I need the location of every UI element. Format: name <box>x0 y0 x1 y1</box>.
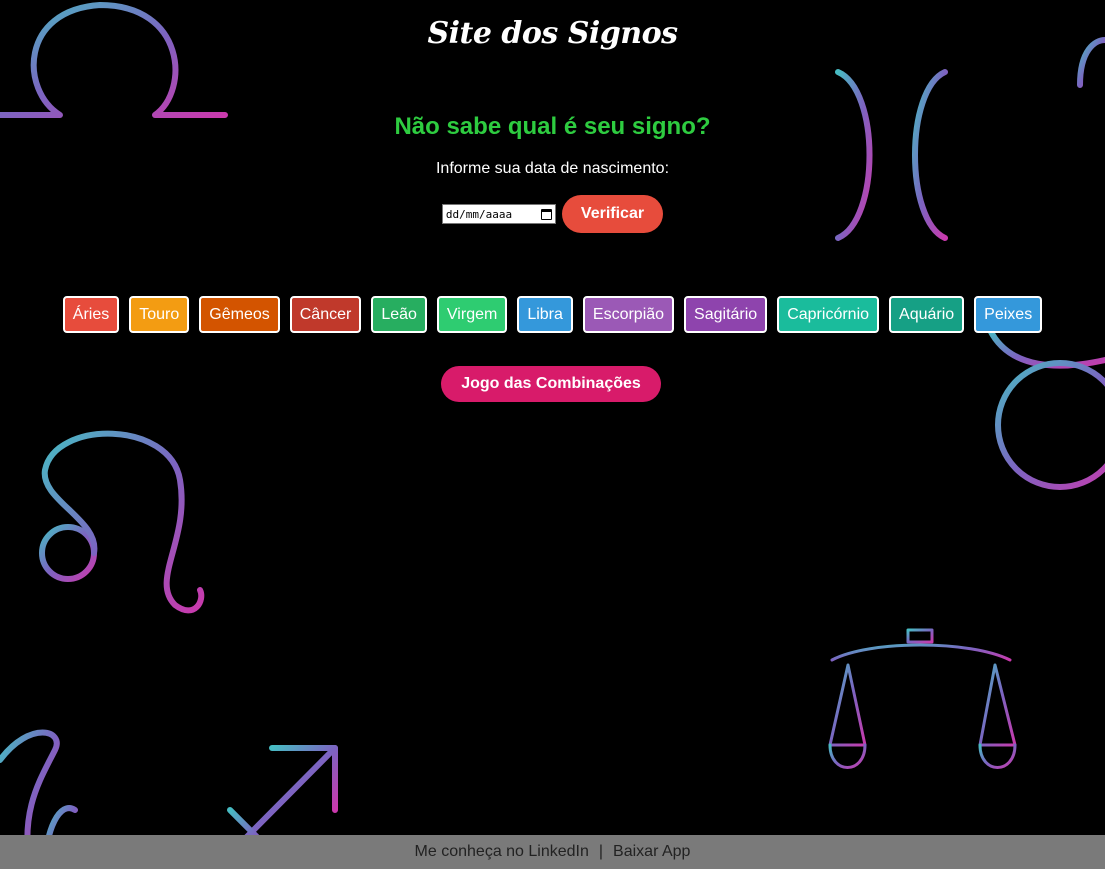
sign-button-2[interactable]: Gêmeos <box>199 296 280 333</box>
birthdate-input[interactable]: dd/mm/aaaa <box>441 204 556 224</box>
site-title: Site dos Signos <box>427 16 678 51</box>
linkedin-link[interactable]: Me conheça no LinkedIn <box>415 843 589 861</box>
leo-symbol-icon <box>39 430 205 614</box>
birthdate-placeholder: dd/mm/aaaa <box>445 207 513 221</box>
sign-button-10[interactable]: Aquário <box>889 296 965 333</box>
sign-button-8[interactable]: Sagitário <box>684 296 768 333</box>
download-app-link[interactable]: Baixar App <box>613 843 690 861</box>
sign-button-9[interactable]: Capricórnio <box>777 296 880 333</box>
page: Site dos Signos Não sabe qual é seu sign… <box>0 0 1105 869</box>
sign-button-0[interactable]: Áries <box>62 296 120 333</box>
sign-button-6[interactable]: Libra <box>517 296 573 333</box>
birthdate-instruction: Informe sua data de nascimento: <box>435 160 670 177</box>
sign-button-1[interactable]: Touro <box>129 296 190 333</box>
birthdate-form: dd/mm/aaaa Verificar <box>0 195 1105 233</box>
footer-separator: | <box>598 843 604 860</box>
calendar-icon[interactable] <box>540 208 552 220</box>
scales-icon <box>828 618 1017 797</box>
taurus-symbol-icon <box>987 37 1105 490</box>
sign-button-11[interactable]: Peixes <box>974 296 1043 333</box>
footer: Me conheça no LinkedIn | Baixar App <box>0 835 1105 869</box>
combinations-game-button[interactable]: Jogo das Combinações <box>441 366 661 402</box>
sign-button-5[interactable]: Virgem <box>436 296 508 333</box>
sign-button-3[interactable]: Câncer <box>289 296 362 333</box>
sign-button-7[interactable]: Escorpião <box>582 296 675 333</box>
sign-question-heading: Não sabe qual é seu signo? <box>394 113 711 140</box>
verify-button[interactable]: Verificar <box>561 195 664 233</box>
sign-button-4[interactable]: Leão <box>371 296 427 333</box>
sign-buttons-row: Áries Touro Gêmeos Câncer Leão Virgem Libra Esc… <box>0 296 1105 333</box>
